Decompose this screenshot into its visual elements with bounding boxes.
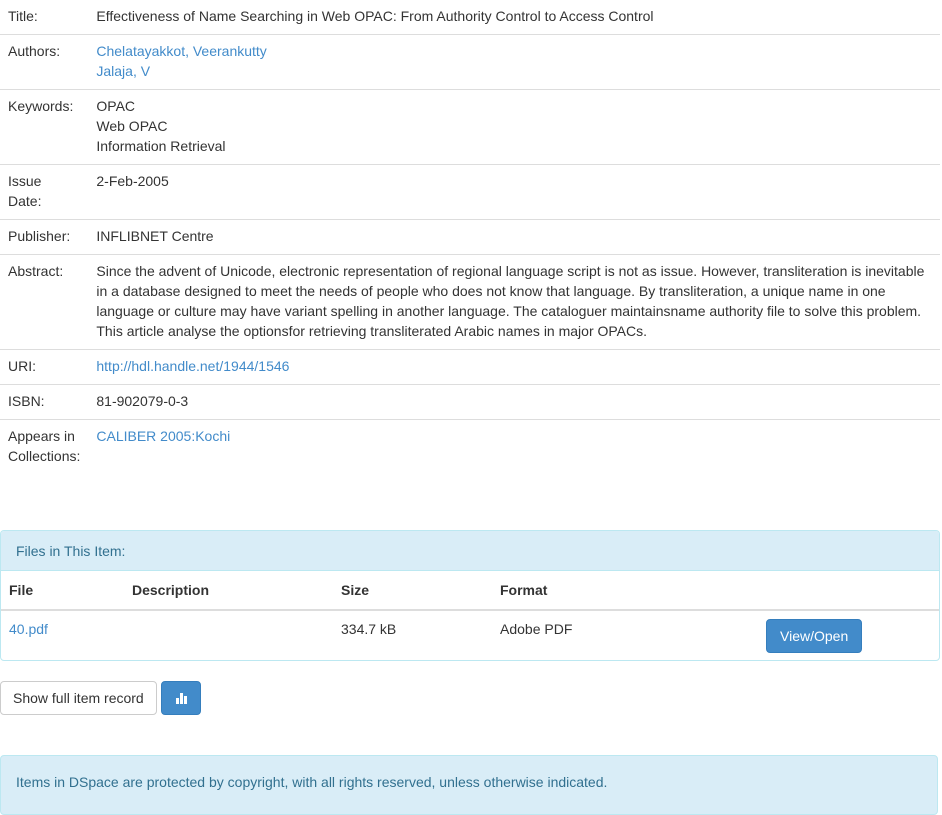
metadata-label: Title:	[8, 8, 38, 24]
metadata-row-issue-date: Issue Date: 2-Feb-2005	[0, 164, 940, 220]
metadata-label: Issue Date:	[0, 164, 89, 220]
author-link[interactable]: Chelatayakkot, Veerankutty	[96, 41, 932, 61]
show-full-record-button[interactable]: Show full item record	[0, 681, 157, 715]
column-header-description: Description	[124, 571, 333, 611]
metadata-label-line: Collections:	[8, 448, 81, 464]
keyword: OPAC	[96, 98, 136, 114]
collection-link[interactable]: CALIBER 2005:Kochi	[96, 428, 230, 444]
files-table: File Description Size Format 40.pdf 334.…	[1, 571, 939, 660]
metadata-row-collections: Appears in Collections: CALIBER 2005:Koc…	[0, 419, 940, 474]
metadata-label: Keywords:	[0, 89, 89, 165]
uri-link[interactable]: http://hdl.handle.net/1944/1546	[96, 358, 289, 374]
metadata-label: Appears in Collections:	[0, 419, 89, 474]
metadata-row-abstract: Abstract: Since the advent of Unicode, e…	[0, 254, 940, 350]
isbn: 81-902079-0-3	[88, 384, 940, 420]
issue-date: 2-Feb-2005	[88, 164, 940, 220]
table-row: 40.pdf 334.7 kB Adobe PDF View/Open	[1, 610, 939, 660]
file-action-cell: View/Open	[760, 610, 939, 660]
item-metadata-table: Title: Effectiveness of Name Searching i…	[0, 0, 940, 474]
column-header-action	[760, 571, 939, 611]
file-description	[124, 610, 333, 660]
copyright-notice: Items in DSpace are protected by copyrig…	[0, 755, 938, 815]
authors-list: Chelatayakkot, Veerankutty Jalaja, V	[88, 34, 940, 90]
metadata-row-title: Title: Effectiveness of Name Searching i…	[0, 0, 940, 35]
item-title: Effectiveness of Name Searching in Web O…	[96, 8, 654, 24]
metadata-row-publisher: Publisher: INFLIBNET Centre	[0, 219, 940, 255]
files-panel: Files in This Item: File Description Siz…	[0, 530, 940, 661]
metadata-label: Abstract:	[0, 254, 89, 350]
keyword: Web OPAC	[96, 118, 168, 134]
uri-cell: http://hdl.handle.net/1944/1546	[88, 349, 940, 385]
column-header-format: Format	[492, 571, 760, 611]
publisher: INFLIBNET Centre	[88, 219, 940, 255]
metadata-row-authors: Authors: Chelatayakkot, Veerankutty Jala…	[0, 34, 940, 90]
metadata-label: Publisher:	[0, 219, 89, 255]
file-format: Adobe PDF	[500, 621, 573, 637]
column-header-size: Size	[333, 571, 492, 611]
author-link[interactable]: Jalaja, V	[96, 61, 932, 81]
statistics-button[interactable]	[161, 681, 201, 715]
metadata-row-uri: URI: http://hdl.handle.net/1944/1546	[0, 349, 940, 385]
collections-cell: CALIBER 2005:Kochi	[88, 419, 940, 474]
file-link[interactable]: 40.pdf	[9, 621, 48, 637]
files-table-header: File Description Size Format	[1, 571, 939, 611]
metadata-label-line: Date:	[8, 193, 42, 209]
column-header-file: File	[1, 571, 124, 611]
metadata-label: URI:	[0, 349, 89, 385]
metadata-label: Authors:	[0, 34, 89, 90]
view-open-button[interactable]: View/Open	[766, 619, 863, 653]
metadata-row-isbn: ISBN: 81-902079-0-3	[0, 384, 940, 420]
abstract-text: Since the advent of Unicode, electronic …	[88, 254, 940, 350]
metadata-label: ISBN:	[0, 384, 89, 420]
metadata-label-line: Issue	[8, 173, 42, 189]
metadata-label-line: Appears in	[8, 428, 75, 444]
file-cell: 40.pdf	[1, 610, 124, 660]
keywords-list: OPAC Web OPAC Information Retrieval	[88, 89, 940, 165]
files-panel-heading: Files in This Item:	[1, 531, 939, 571]
metadata-row-keywords: Keywords: OPAC Web OPAC Information Retr…	[0, 89, 940, 165]
file-size: 334.7 kB	[341, 621, 397, 637]
keyword: Information Retrieval	[96, 138, 226, 154]
